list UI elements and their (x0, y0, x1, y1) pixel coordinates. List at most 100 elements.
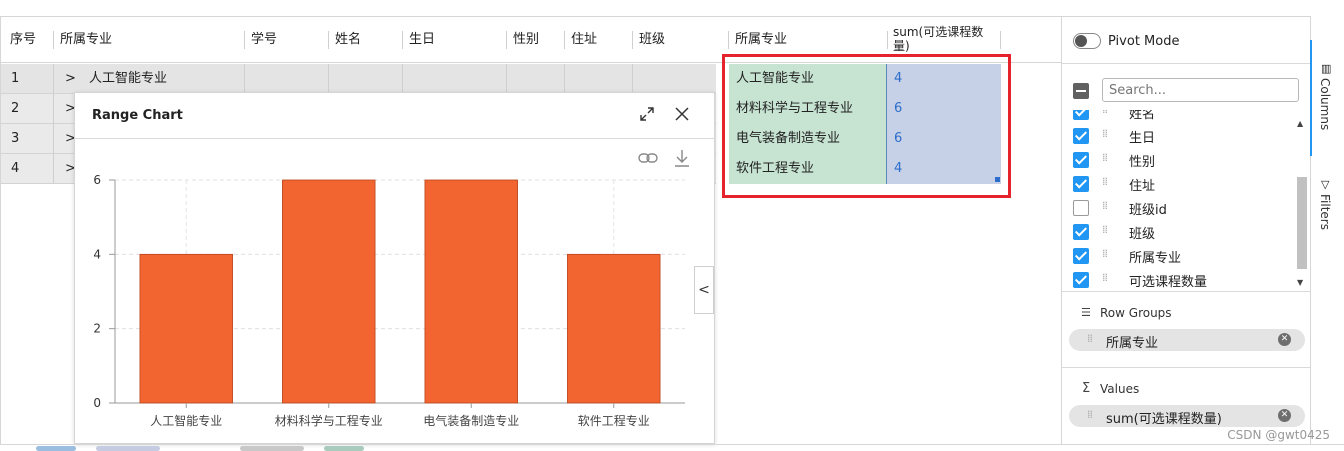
column-label: 班级id (1129, 203, 1167, 218)
bottom-tab[interactable] (96, 446, 160, 451)
column-item[interactable]: ⁞⁞ 班级 (1073, 221, 1293, 243)
cell-divider (53, 64, 54, 94)
bar[interactable] (567, 253, 661, 404)
column-label: 班级 (1129, 227, 1156, 242)
cell-divider (402, 64, 403, 94)
column-label: 可选课程数量 (1129, 275, 1208, 290)
drag-handle-icon[interactable]: ⁞⁞ (1102, 271, 1108, 284)
header-separator[interactable] (887, 31, 888, 49)
watermark: CSDN @gwt0425 (1227, 428, 1330, 442)
column-label: 所属专业 (1129, 251, 1182, 266)
cell-divider (328, 64, 329, 94)
bottom-tab[interactable] (240, 446, 304, 451)
group-label: 人工智能专业 (89, 71, 168, 86)
remove-icon[interactable]: ✕ (1278, 333, 1291, 346)
row-number: 3 (11, 131, 20, 146)
scroll-thumb[interactable] (1297, 177, 1307, 269)
scroll-up-icon[interactable]: ▲ (1297, 119, 1303, 128)
values-title: Values (1100, 382, 1140, 396)
table-row[interactable]: 1 > 人工智能专业 (1, 64, 716, 94)
column-item[interactable]: ⁞⁞ 性别 (1073, 149, 1293, 171)
header-seq[interactable]: 序号 (3, 17, 36, 63)
column-checkbox[interactable] (1073, 248, 1089, 264)
column-item[interactable]: ⁞⁞ 姓名 (1073, 110, 1293, 123)
tab-filters[interactable]: Filters (1318, 194, 1332, 230)
select-all-checkbox[interactable] (1073, 83, 1089, 99)
column-list-scrollbar[interactable]: ▲ ▼ (1295, 113, 1309, 289)
column-checkbox[interactable] (1073, 224, 1089, 240)
column-label: 住址 (1129, 179, 1156, 194)
header-separator[interactable] (328, 31, 329, 49)
y-tick-label: 2 (93, 322, 101, 336)
drag-handle-icon[interactable]: ⁞⁞ (1087, 332, 1093, 345)
header-address[interactable]: 住址 (564, 17, 597, 63)
y-tick-label: 0 (93, 396, 101, 410)
row-number: 4 (11, 161, 20, 176)
drag-handle-icon[interactable]: ⁞⁞ (1102, 175, 1108, 188)
header-birthday[interactable]: 生日 (402, 17, 435, 63)
header-separator[interactable] (506, 31, 507, 49)
drag-handle-icon[interactable]: ⁞⁞ (1102, 151, 1108, 164)
filter-icon[interactable]: ▽ (1321, 178, 1329, 191)
drag-handle-icon[interactable]: ⁞⁞ (1087, 408, 1093, 421)
x-tick-label: 材料科学与工程专业 (275, 413, 383, 428)
pivot-header-sum[interactable]: sum(可选课程数量) (893, 25, 998, 53)
header-separator[interactable] (402, 31, 403, 49)
row-group-label: 所属专业 (1106, 336, 1159, 351)
header-separator[interactable] (244, 31, 245, 49)
chart-collapse-button[interactable]: < (694, 266, 714, 314)
row-group-pill[interactable]: ⁞⁞ 所属专业 ✕ (1069, 329, 1305, 351)
x-tick-label: 电气装备制造专业 (423, 413, 519, 428)
tool-panel: Pivot Mode ⁞⁞ 姓名 ⁞⁞ 生日 ⁞⁞ 性别 ⁞⁞ 住址 ⁞⁞ 班级… (1061, 16, 1311, 444)
tab-columns[interactable]: Columns (1318, 78, 1332, 130)
bottom-tab[interactable] (324, 446, 364, 451)
y-tick-label: 4 (93, 247, 101, 261)
column-item[interactable]: ⁞⁞ 班级id (1073, 197, 1293, 219)
value-pill[interactable]: ⁞⁞ sum(可选课程数量) ✕ (1069, 405, 1305, 427)
pivot-mode-toggle[interactable] (1073, 33, 1101, 49)
header-separator[interactable] (1000, 31, 1001, 49)
drag-handle-icon[interactable]: ⁞⁞ (1102, 127, 1108, 140)
header-class[interactable]: 班级 (632, 17, 665, 63)
bar[interactable] (424, 179, 518, 404)
sum-icon: Σ (1082, 381, 1091, 396)
cell-divider (53, 124, 54, 154)
pivot-mode-label: Pivot Mode (1108, 34, 1180, 49)
column-checkbox[interactable] (1073, 128, 1089, 144)
column-search-input[interactable] (1102, 78, 1299, 102)
column-label: 性别 (1129, 155, 1156, 170)
row-number: 1 (11, 71, 20, 86)
drag-handle-icon[interactable]: ⁞⁞ (1102, 199, 1108, 212)
column-checkbox[interactable] (1073, 152, 1089, 168)
header-gender[interactable]: 性别 (506, 17, 539, 63)
column-checkbox[interactable] (1073, 176, 1089, 192)
column-item[interactable]: ⁞⁞ 可选课程数量 (1073, 269, 1293, 290)
expand-icon[interactable]: > (65, 64, 76, 94)
columns-tab-icon[interactable]: ▥ (1321, 62, 1331, 75)
header-separator[interactable] (564, 31, 565, 49)
column-checkbox[interactable] (1073, 272, 1089, 288)
header-separator[interactable] (728, 31, 729, 49)
bottom-tab[interactable] (36, 446, 76, 451)
remove-icon[interactable]: ✕ (1278, 409, 1291, 422)
cell-divider (506, 64, 507, 94)
side-bar: ▥ Columns ▽ Filters (1310, 16, 1344, 444)
column-item[interactable]: ⁞⁞ 生日 (1073, 125, 1293, 147)
range-chart-window: Range Chart 0 2 4 6 人工智能专业 材料科学与工程专业 电气装备制造专业软… (74, 92, 715, 444)
header-name[interactable]: 姓名 (328, 17, 361, 63)
bar[interactable] (282, 179, 376, 404)
header-separator[interactable] (632, 31, 633, 49)
scroll-down-icon[interactable]: ▼ (1297, 278, 1303, 287)
bar[interactable] (139, 253, 233, 404)
drag-handle-icon[interactable]: ⁞⁞ (1102, 110, 1108, 116)
column-item[interactable]: ⁞⁞ 住址 (1073, 173, 1293, 195)
header-major[interactable]: 所属专业 (53, 17, 112, 63)
drag-handle-icon[interactable]: ⁞⁞ (1102, 247, 1108, 260)
column-checkbox[interactable] (1073, 110, 1089, 120)
drag-handle-icon[interactable]: ⁞⁞ (1102, 223, 1108, 236)
header-separator[interactable] (53, 31, 54, 49)
cell-divider (632, 64, 633, 94)
column-checkbox[interactable] (1073, 200, 1089, 216)
column-item[interactable]: ⁞⁞ 所属专业 (1073, 245, 1293, 267)
header-id[interactable]: 学号 (244, 17, 277, 63)
